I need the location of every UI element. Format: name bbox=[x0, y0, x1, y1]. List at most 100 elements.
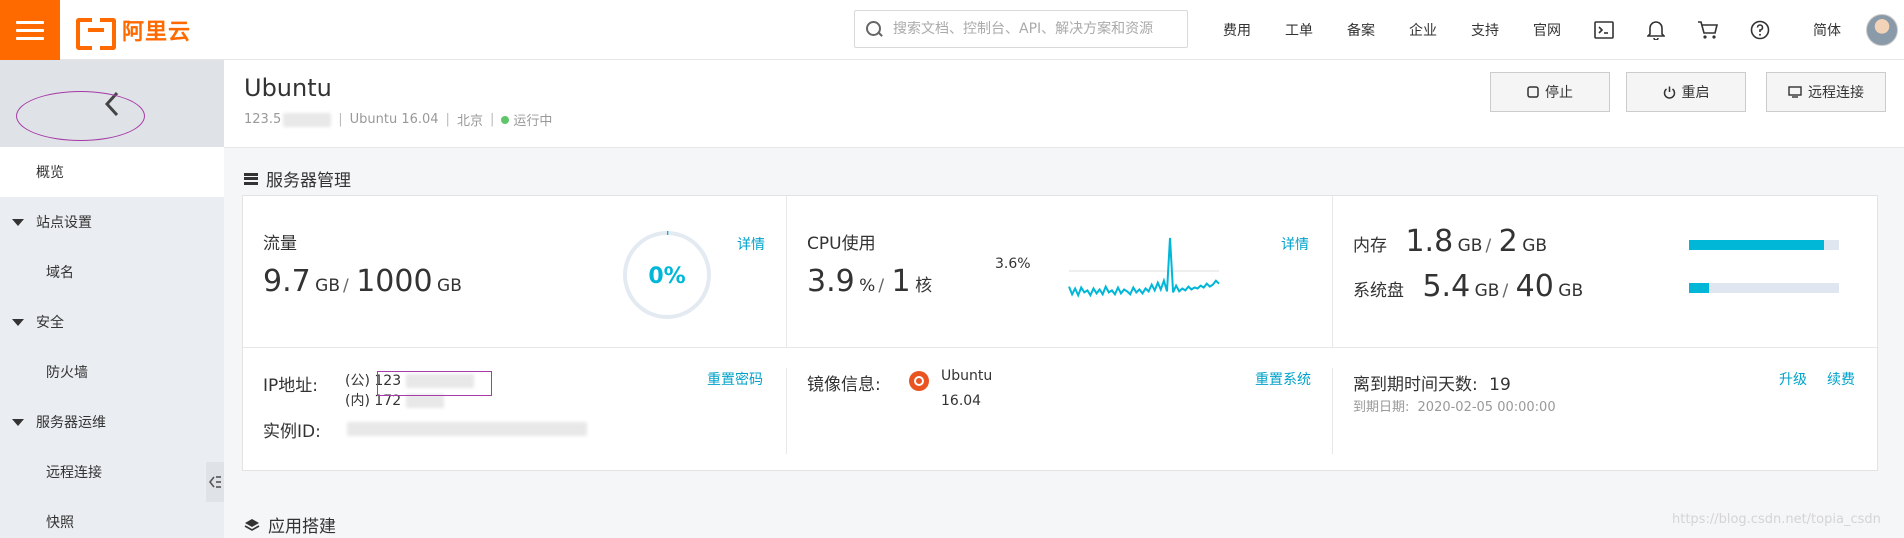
public-ip-tag: (公) bbox=[345, 373, 370, 389]
search-input[interactable] bbox=[893, 21, 1183, 37]
traffic-used-unit: GB bbox=[315, 276, 341, 296]
traffic-label: 流量 bbox=[263, 234, 297, 254]
sidebar-collapse-toggle[interactable] bbox=[206, 462, 224, 502]
menu-icon[interactable] bbox=[0, 0, 60, 60]
memory-total: 2 bbox=[1498, 224, 1518, 259]
sidebar-group-label: 安全 bbox=[36, 315, 64, 331]
cpu-detail-link[interactable]: 详情 bbox=[1281, 234, 1309, 254]
meta-separator: | bbox=[338, 112, 343, 127]
upgrade-link[interactable]: 升级 bbox=[1779, 369, 1807, 389]
disk-total-unit: GB bbox=[1558, 281, 1584, 301]
top-nav: 费用 工单 备案 企业 支持 官网 简体 bbox=[1206, 0, 1858, 60]
sidebar-group-label: 站点设置 bbox=[36, 215, 92, 231]
nav-filing[interactable]: 备案 bbox=[1330, 20, 1392, 40]
sidebar-item-domain[interactable]: 域名 bbox=[0, 247, 224, 297]
annotation-box bbox=[377, 371, 492, 396]
sidebar-item-snapshot[interactable]: 快照 bbox=[0, 497, 224, 538]
cart-icon[interactable] bbox=[1682, 0, 1734, 60]
sidebar-item-label: 快照 bbox=[46, 515, 74, 531]
divider bbox=[786, 196, 787, 347]
nav-support[interactable]: 支持 bbox=[1454, 20, 1516, 40]
expiry-date-row: 到期日期: 2020-02-05 00:00:00 bbox=[1353, 396, 1556, 415]
meta-separator: | bbox=[489, 112, 495, 127]
bell-icon[interactable] bbox=[1630, 0, 1682, 60]
section-title-text: 服务器管理 bbox=[266, 171, 351, 191]
instance-header: Ubuntu 123.5 | Ubuntu 16.04 | 北京 | 运行中 停… bbox=[224, 60, 1904, 148]
status-dot-icon bbox=[501, 115, 510, 124]
caret-down-icon bbox=[12, 218, 24, 226]
main-content: Ubuntu 123.5 | Ubuntu 16.04 | 北京 | 运行中 停… bbox=[224, 60, 1904, 538]
divider bbox=[786, 368, 787, 454]
expiry-label: 离到期时间天数: bbox=[1353, 375, 1478, 395]
help-icon[interactable] bbox=[1734, 0, 1786, 60]
expiry-date-label: 到期日期: bbox=[1353, 400, 1410, 415]
avatar[interactable] bbox=[1866, 14, 1898, 46]
sidebar-item-label: 远程连接 bbox=[46, 465, 102, 481]
sidebar-item-firewall[interactable]: 防火墙 bbox=[0, 347, 224, 397]
renew-link[interactable]: 续费 bbox=[1827, 369, 1855, 389]
cpu-value: 3.9 %/ 1 核 bbox=[807, 264, 933, 299]
restart-label: 重启 bbox=[1681, 85, 1710, 101]
image-label: 镜像信息: bbox=[807, 375, 881, 395]
sidebar-group-security[interactable]: 安全 bbox=[0, 297, 224, 347]
nav-enterprise[interactable]: 企业 bbox=[1392, 20, 1454, 40]
memory-row: 内存 1.8 GB/ 2 GB bbox=[1353, 224, 1548, 259]
layers-icon bbox=[244, 518, 260, 531]
nav-official-site[interactable]: 官网 bbox=[1516, 20, 1578, 40]
cpu-sparkline bbox=[1068, 237, 1220, 298]
traffic-value: 9.7 GB/ 1000 GB bbox=[263, 264, 462, 299]
sidebar-item-overview[interactable]: 概览 bbox=[0, 147, 224, 197]
remote-connect-button[interactable]: 远程连接 bbox=[1766, 72, 1886, 112]
watermark: https://blog.csdn.net/topia_csdn bbox=[1672, 512, 1881, 527]
sidebar-item-label: 防火墙 bbox=[46, 365, 88, 381]
image-version: 16.04 bbox=[941, 393, 982, 409]
traffic-used: 9.7 bbox=[263, 264, 311, 299]
redacted-ip bbox=[283, 112, 332, 127]
divider bbox=[1332, 368, 1333, 454]
expiry-row: 离到期时间天数: 19 bbox=[1353, 370, 1511, 395]
stop-icon bbox=[1527, 86, 1539, 98]
ip-label: IP地址: bbox=[263, 376, 318, 396]
cpu-percent: 3.9 bbox=[807, 264, 855, 299]
ubuntu-logo-icon bbox=[909, 371, 929, 391]
memory-used-unit: GB bbox=[1457, 236, 1483, 256]
sidebar-item-remote-connect[interactable]: 远程连接 bbox=[0, 447, 224, 497]
divider bbox=[243, 347, 1879, 348]
nav-tickets[interactable]: 工单 bbox=[1268, 20, 1330, 40]
stop-button[interactable]: 停止 bbox=[1490, 72, 1610, 112]
app-build-title: 应用搭建 bbox=[244, 512, 336, 537]
memory-used: 1.8 bbox=[1405, 224, 1454, 259]
reset-password-link[interactable]: 重置密码 bbox=[707, 369, 763, 389]
annotation-ellipse bbox=[16, 91, 145, 141]
cpu-cores: 1 bbox=[891, 264, 911, 299]
nav-fees[interactable]: 费用 bbox=[1206, 20, 1268, 40]
sidebar-group-site-settings[interactable]: 站点设置 bbox=[0, 197, 224, 247]
memory-bar bbox=[1689, 240, 1839, 250]
sidebar-group-server-ops[interactable]: 服务器运维 bbox=[0, 397, 224, 447]
search-box[interactable] bbox=[854, 10, 1188, 48]
memory-bar-fill bbox=[1689, 240, 1824, 250]
reset-system-link[interactable]: 重置系统 bbox=[1255, 369, 1311, 389]
remote-label: 远程连接 bbox=[1808, 85, 1864, 101]
language-switch[interactable]: 简体 bbox=[1796, 20, 1858, 40]
divider bbox=[1332, 196, 1333, 347]
traffic-detail-link[interactable]: 详情 bbox=[737, 234, 765, 254]
brand-logo[interactable]: 阿里云 bbox=[76, 14, 191, 50]
terminal-icon[interactable] bbox=[1578, 0, 1630, 60]
memory-total-unit: GB bbox=[1522, 236, 1548, 256]
section-title-text: 应用搭建 bbox=[268, 517, 336, 537]
server-mgmt-card: 流量 9.7 GB/ 1000 GB 0% 详情 CPU使用 3.9 %/ 1 … bbox=[242, 195, 1879, 471]
traffic-percent: 0% bbox=[648, 264, 685, 289]
traffic-total-unit: GB bbox=[437, 276, 462, 296]
instance-ip: 123.5 bbox=[244, 112, 282, 127]
top-bar: 阿里云 费用 工单 备案 企业 支持 官网 简体 bbox=[0, 0, 1904, 60]
private-ip-tag: (内) bbox=[345, 393, 370, 409]
monitor-icon bbox=[1788, 86, 1802, 98]
expiry-date: 2020-02-05 00:00:00 bbox=[1417, 400, 1556, 415]
search-icon bbox=[865, 20, 883, 38]
restart-button[interactable]: 重启 bbox=[1626, 72, 1746, 112]
disk-used: 5.4 bbox=[1422, 269, 1471, 304]
sidebar-group-label: 服务器运维 bbox=[36, 415, 106, 431]
cpu-series-line bbox=[1068, 237, 1220, 298]
traffic-total: 1000 bbox=[356, 264, 433, 299]
